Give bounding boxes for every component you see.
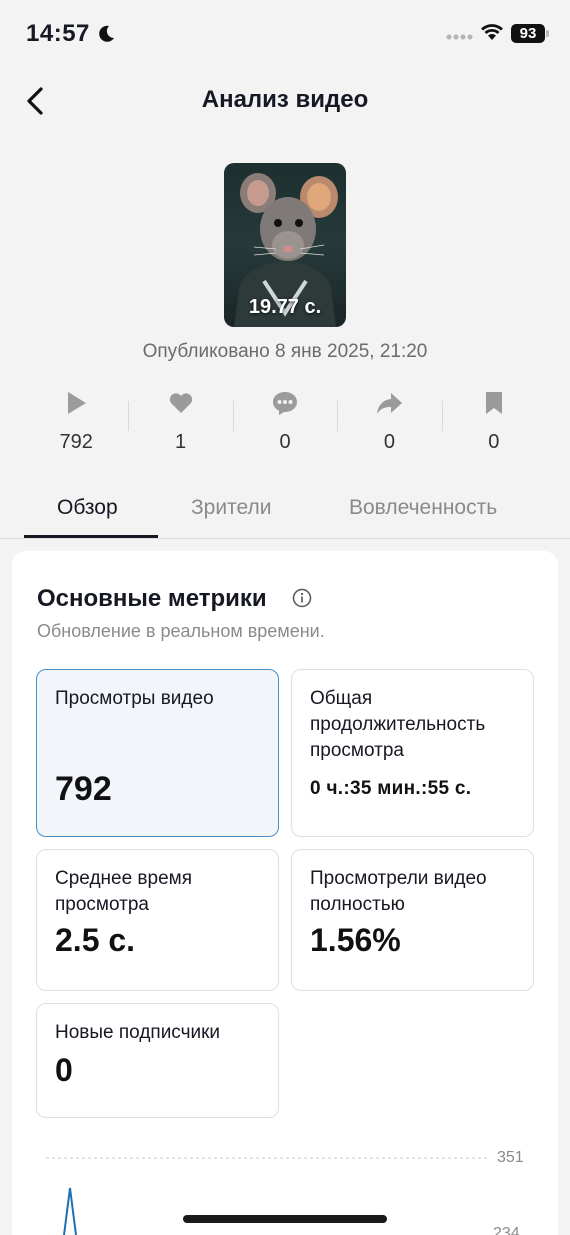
battery-icon: 93: [511, 24, 545, 43]
metric-watched-full-video[interactable]: Просмотрели видео полностью 1.56%: [291, 849, 534, 991]
stat-value: 0: [279, 431, 291, 453]
metric-value: 1.56%: [310, 922, 401, 958]
stat-saves: 0: [441, 385, 546, 465]
tab-overview[interactable]: Обзор: [57, 496, 118, 520]
page-title: Анализ видео: [201, 86, 369, 113]
bookmark-icon: [485, 392, 502, 414]
wifi-icon: [481, 24, 503, 40]
home-indicator: [183, 1215, 387, 1223]
stat-views: 792: [24, 385, 128, 465]
engagement-stats: 792 1 0 0 0: [24, 385, 546, 465]
heart-icon: [169, 393, 192, 413]
metric-label: Общая продолжительность просмотра: [310, 688, 486, 761]
stat-likes: 1: [128, 385, 232, 465]
stat-value: 0: [488, 431, 500, 453]
y-tick-label: 234: [493, 1225, 520, 1235]
video-thumbnail[interactable]: 19.77 с.: [224, 163, 346, 327]
comment-icon: [273, 392, 298, 415]
metric-label: Просмотрели видео полностью: [310, 868, 487, 915]
section-title: Основные метрики: [37, 585, 267, 612]
key-metrics-card: Основные метрики Обновление в реальном в…: [12, 551, 558, 1235]
battery-cap: [546, 30, 549, 37]
metric-value: 792: [55, 770, 112, 808]
section-subtitle: Обновление в реальном времени.: [37, 621, 325, 641]
metric-value: 0: [55, 1052, 73, 1088]
series-line: [63, 1187, 77, 1235]
stat-value: 1: [175, 431, 187, 453]
metric-value: 2.5 с.: [55, 922, 136, 958]
tab-viewers[interactable]: Зрители: [191, 496, 271, 520]
tab-bar: Обзор Зрители Вовлеченность: [0, 486, 570, 539]
metric-video-views[interactable]: Просмотры видео 792: [36, 669, 279, 837]
info-icon[interactable]: [292, 588, 312, 608]
metric-total-watch-time[interactable]: Общая продолжительность просмотра 0 ч.:3…: [291, 669, 534, 837]
stat-value: 792: [59, 431, 93, 453]
video-duration: 19.77 с.: [248, 296, 322, 318]
active-tab-indicator: [24, 535, 158, 538]
status-time: 14:57: [26, 20, 90, 47]
moon-icon: [99, 25, 114, 42]
metric-label: Среднее время просмотра: [55, 868, 193, 915]
share-icon: [377, 393, 403, 414]
tab-engagement[interactable]: Вовлеченность: [349, 496, 497, 520]
status-bar: 14:57 93: [0, 0, 570, 70]
stat-shares: 0: [337, 385, 441, 465]
metric-average-watch-time[interactable]: Среднее время просмотра 2.5 с.: [36, 849, 279, 991]
play-icon: [68, 392, 87, 414]
y-tick-label: 351: [497, 1149, 524, 1166]
metric-label: Просмотры видео: [55, 688, 214, 709]
cellular-signal-icon: [446, 34, 473, 40]
stat-comments: 0: [232, 385, 337, 465]
metric-value: 0 ч.:35 мин.:55 с.: [310, 778, 472, 799]
published-date: Опубликовано 8 янв 2025, 21:20: [142, 341, 428, 362]
metric-new-followers[interactable]: Новые подписчики 0: [36, 1003, 279, 1118]
metric-label: Новые подписчики: [55, 1022, 221, 1043]
stat-value: 0: [383, 431, 395, 453]
